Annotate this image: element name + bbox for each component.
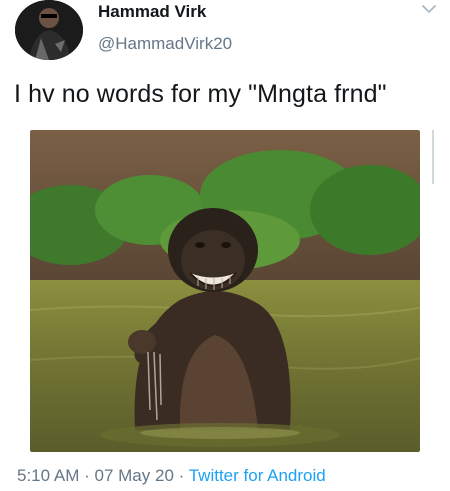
tweet-card: Hammad Virk @HammadVirk20 I hv no words … — [0, 0, 450, 491]
tweet-meta: 5:10 AM · 07 May 20 · Twitter for Androi… — [17, 466, 326, 486]
meta-separator: · — [178, 466, 185, 485]
divider — [432, 130, 434, 184]
avatar[interactable] — [15, 0, 83, 60]
avatar-image — [15, 0, 83, 60]
chevron-down-icon[interactable] — [420, 2, 438, 16]
bonobo-photo — [30, 130, 420, 452]
tweet-time[interactable]: 5:10 AM — [17, 466, 79, 485]
display-name[interactable]: Hammad Virk — [98, 2, 206, 22]
tweet-source[interactable]: Twitter for Android — [189, 466, 326, 485]
tweet-text: I hv no words for my "Mngta frnd" — [14, 80, 387, 108]
tweet-image[interactable] — [30, 130, 420, 452]
tweet-date[interactable]: 07 May 20 — [95, 466, 174, 485]
user-handle[interactable]: @HammadVirk20 — [98, 34, 232, 54]
meta-separator: · — [84, 466, 90, 485]
